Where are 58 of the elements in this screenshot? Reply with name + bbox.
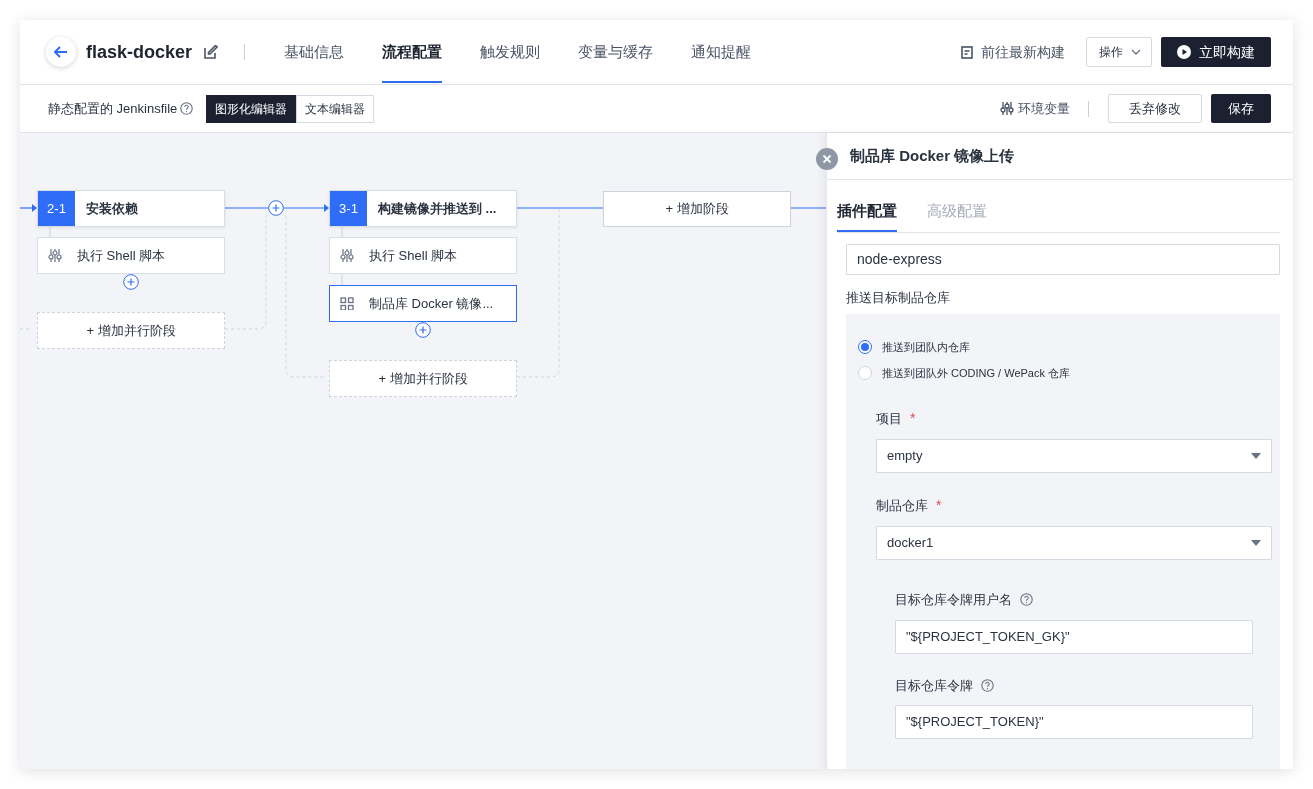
required-mark: * xyxy=(936,496,942,515)
back-button[interactable] xyxy=(46,37,76,67)
token-field[interactable]: "${PROJECT_TOKEN}" xyxy=(895,705,1253,739)
sliders-icon xyxy=(340,249,354,262)
field-label: 项目 xyxy=(876,409,902,428)
nav-tab[interactable]: 触发规则 xyxy=(480,20,541,84)
edit-icon[interactable] xyxy=(204,45,219,59)
panel-title: 制品库 Docker 镜像上传 xyxy=(850,145,1015,166)
radio-option[interactable]: 推送到团队内仓库 xyxy=(858,334,1261,360)
field-label: 目标仓库令牌用户名 xyxy=(895,591,1012,609)
jenkinsfile-label: 静态配置的 Jenkinsfile xyxy=(48,99,178,118)
nav-tab[interactable]: 基础信息 xyxy=(284,20,345,84)
step-node[interactable]: 制品库 Docker 镜像... xyxy=(329,285,517,322)
field-label: 目标仓库令牌 xyxy=(895,676,973,695)
grid-icon xyxy=(340,297,354,310)
add-icon[interactable] xyxy=(415,322,431,338)
field-label: 制品仓库 xyxy=(876,496,928,515)
target-repo-label: 推送目标制品仓库 xyxy=(846,289,951,307)
image-name-field[interactable]: node-express xyxy=(846,244,1280,275)
nav-tab[interactable]: 变量与缓存 xyxy=(578,20,654,84)
add-parallel-stage-button[interactable]: + 增加并行阶段 xyxy=(37,312,225,349)
stage-node[interactable]: 3-1 构建镜像并推送到 ... xyxy=(329,190,517,227)
editor-mode-tab[interactable]: 文本编辑器 xyxy=(296,94,375,123)
add-icon[interactable] xyxy=(268,200,284,216)
sliders-icon xyxy=(1000,102,1014,115)
play-icon xyxy=(1177,45,1191,59)
project-title: flask-docker xyxy=(86,40,193,64)
select-field[interactable]: empty xyxy=(876,439,1272,473)
caret-icon xyxy=(1251,540,1261,546)
editor-mode-tab[interactable]: 图形化编辑器 xyxy=(206,94,297,123)
save-button[interactable]: 保存 xyxy=(1211,94,1271,123)
caret-icon xyxy=(1251,453,1261,459)
chevron-down-icon xyxy=(1131,49,1141,55)
nav-tab[interactable]: 通知提醒 xyxy=(691,20,752,84)
env-vars-link[interactable]: 环境变量 xyxy=(1000,98,1070,119)
step-node[interactable]: 执行 Shell 脚本 xyxy=(37,237,225,274)
add-stage-button[interactable]: + 增加阶段 xyxy=(603,191,791,227)
build-button[interactable]: 立即构建 xyxy=(1161,37,1271,67)
add-icon[interactable] xyxy=(123,274,139,290)
latest-build-link[interactable]: 前往最新构建 xyxy=(961,41,1065,63)
required-mark: * xyxy=(910,409,916,428)
add-parallel-stage-button[interactable]: + 增加并行阶段 xyxy=(329,360,517,397)
discard-button[interactable]: 丢弃修改 xyxy=(1108,94,1202,123)
arrow-head-icon xyxy=(324,204,329,212)
nav-tab[interactable]: 流程配置 xyxy=(382,20,443,84)
document-icon xyxy=(961,45,973,59)
step-node[interactable]: 执行 Shell 脚本 xyxy=(329,237,517,274)
help-icon xyxy=(180,102,194,115)
stage-node[interactable]: 2-1 安装依赖 xyxy=(37,190,225,227)
sliders-icon xyxy=(48,249,62,262)
radio-button[interactable] xyxy=(858,340,872,354)
actions-dropdown[interactable]: 操作 xyxy=(1086,37,1152,67)
select-field[interactable]: docker1 xyxy=(876,526,1272,560)
panel-tab[interactable]: 插件配置 xyxy=(837,199,897,233)
token-field[interactable]: "${PROJECT_TOKEN_GK}" xyxy=(895,619,1253,654)
close-icon[interactable] xyxy=(816,148,838,170)
back-arrow-icon xyxy=(54,46,68,58)
radio-option[interactable]: 推送到团队外 CODING / WePack 仓库 xyxy=(858,360,1261,386)
